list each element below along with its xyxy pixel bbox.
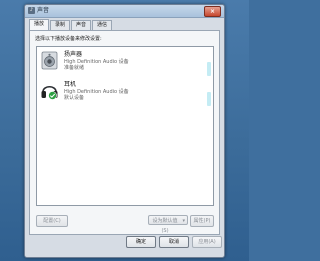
close-button[interactable]: × [204, 6, 221, 17]
headphones-level-meter [207, 92, 211, 106]
tab-communications[interactable]: 通信 [92, 20, 113, 30]
playback-panel: 选择以下播放设备来修改设置: 扬声器 High Definition Audio… [29, 30, 220, 235]
ok-button[interactable]: 确定 [126, 236, 156, 248]
set-default-label: 设为默认值(S) [152, 218, 178, 234]
device-name: 耳机 [64, 81, 77, 88]
instruction-text: 选择以下播放设备来修改设置: [35, 36, 102, 42]
sound-app-icon: ♪ [28, 7, 35, 14]
device-item-speakers[interactable]: 扬声器 High Definition Audio 设备 准备就绪 [37, 49, 197, 77]
tab-sounds[interactable]: 声音 [71, 20, 92, 30]
level-meter-track [207, 50, 211, 200]
device-actions: 配置(C) 设为默认值(S) ▾ 属性(P) [36, 215, 214, 234]
device-status: 准备就绪 [64, 65, 85, 71]
window-title: 声音 [37, 7, 50, 14]
properties-button[interactable]: 属性(P) [190, 215, 214, 227]
speaker-icon [40, 51, 59, 70]
sound-dialog: ♪ 声音 × 播放 录制 声音 通信 选择以下播放设备来修改设置: 扬声器 Hi… [24, 4, 225, 258]
configure-button[interactable]: 配置(C) [36, 215, 68, 227]
tab-recording[interactable]: 录制 [50, 20, 71, 30]
tab-strip: 播放 录制 声音 通信 [29, 19, 113, 30]
title-bar[interactable]: ♪ 声音 × [25, 5, 224, 18]
device-name: 扬声器 [64, 51, 83, 58]
device-status: 默认设备 [64, 95, 85, 101]
device-item-headphones[interactable]: 耳机 High Definition Audio 设备 默认设备 [37, 79, 197, 107]
default-check-icon [48, 91, 57, 100]
device-list[interactable]: 扬声器 High Definition Audio 设备 准备就绪 耳机 Hig… [36, 46, 214, 206]
tab-playback[interactable]: 播放 [29, 19, 50, 30]
cancel-button[interactable]: 取消 [159, 236, 189, 248]
close-icon: × [209, 8, 216, 15]
chevron-down-icon: ▾ [182, 218, 185, 224]
speaker-level-meter [207, 62, 211, 76]
set-default-button[interactable]: 设为默认值(S) ▾ [148, 215, 188, 234]
apply-button[interactable]: 应用(A) [192, 236, 222, 248]
